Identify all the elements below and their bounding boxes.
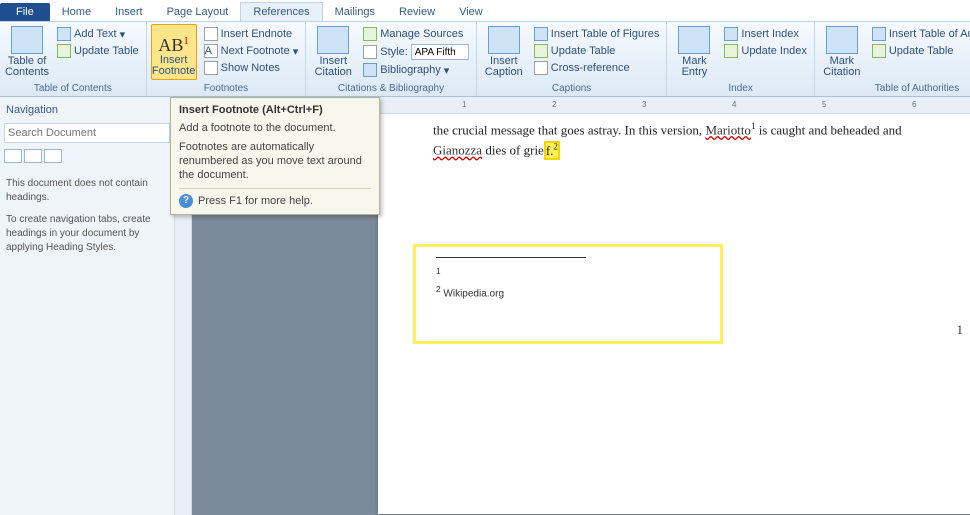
mark-entry-icon xyxy=(678,26,710,54)
footnote-separator xyxy=(436,257,586,258)
mark-citation-icon xyxy=(826,26,858,54)
tab-insert[interactable]: Insert xyxy=(103,3,155,21)
nav-tab-headings[interactable] xyxy=(4,149,22,163)
style-icon xyxy=(363,45,377,59)
proper-name: Mariotto xyxy=(705,122,751,137)
group-toc: Table ofContents Add Text ▾ Update Table… xyxy=(0,22,147,96)
bibliography-button[interactable]: Bibliography ▾ xyxy=(360,62,472,78)
ribbon: Table ofContents Add Text ▾ Update Table… xyxy=(0,22,970,97)
insert-citation-button[interactable]: InsertCitation xyxy=(310,24,356,80)
toa-icon xyxy=(872,27,886,41)
manage-sources-button[interactable]: Manage Sources xyxy=(360,26,472,42)
tab-home[interactable]: Home xyxy=(50,3,103,21)
group-footnotes: AB1 InsertFootnote Insert Endnote ANext … xyxy=(147,22,307,96)
caption-icon xyxy=(488,26,520,54)
sources-icon xyxy=(363,27,377,41)
group-label: Captions xyxy=(481,82,663,94)
bib-icon xyxy=(363,63,377,77)
tooltip-desc2: Footnotes are automatically renumbered a… xyxy=(179,140,371,182)
table-of-figures-button[interactable]: Insert Table of Figures xyxy=(531,26,663,42)
style-select[interactable]: Style: xyxy=(360,43,472,61)
update-icon xyxy=(724,44,738,58)
tab-view[interactable]: View xyxy=(447,3,495,21)
next-footnote-icon: A xyxy=(204,44,218,58)
ribbon-tabs: File Home Insert Page Layout References … xyxy=(0,0,970,22)
tab-review[interactable]: Review xyxy=(387,3,447,21)
nav-tab-pages[interactable] xyxy=(24,149,42,163)
group-label: Table of Authorities xyxy=(819,82,970,94)
group-toa: MarkCitation Insert Table of Authorities… xyxy=(815,22,970,96)
footnote-entry[interactable]: 2 Wikipedia.org xyxy=(436,284,700,299)
footnote-area[interactable]: 1 2 Wikipedia.org xyxy=(413,244,723,344)
tooltip-help: ? Press F1 for more help. xyxy=(179,188,371,208)
search-input[interactable] xyxy=(4,123,170,143)
navigation-pane: Navigation This document does not contai… xyxy=(0,97,175,515)
insert-endnote-button[interactable]: Insert Endnote xyxy=(201,26,302,42)
style-dropdown[interactable] xyxy=(411,44,469,60)
tab-file[interactable]: File xyxy=(0,3,50,21)
group-label: Footnotes xyxy=(151,82,302,94)
body-text[interactable]: the crucial message that goes astray. In… xyxy=(433,118,958,159)
tooltip-insert-footnote: Insert Footnote (Alt+Ctrl+F) Add a footn… xyxy=(170,97,380,215)
footnote-ref[interactable]: 2 xyxy=(553,141,558,151)
update-icon xyxy=(534,44,548,58)
highlighted-text: f.2 xyxy=(544,141,560,160)
insert-caption-button[interactable]: InsertCaption xyxy=(481,24,527,80)
help-icon: ? xyxy=(179,194,193,208)
add-text-button[interactable]: Add Text ▾ xyxy=(54,26,142,42)
tab-references[interactable]: References xyxy=(240,2,322,21)
tab-mailings[interactable]: Mailings xyxy=(323,3,387,21)
update-toa-button[interactable]: Update Table xyxy=(869,43,970,59)
add-text-icon xyxy=(57,27,71,41)
footnote-entry[interactable]: 1 xyxy=(436,266,700,281)
update-index-button[interactable]: Update Index xyxy=(721,43,809,59)
insert-toa-button[interactable]: Insert Table of Authorities xyxy=(869,26,970,42)
group-captions: InsertCaption Insert Table of Figures Up… xyxy=(477,22,668,96)
group-citations: InsertCitation Manage Sources Style: Bib… xyxy=(306,22,477,96)
xref-icon xyxy=(534,61,548,75)
citation-icon xyxy=(317,26,349,54)
mark-entry-button[interactable]: MarkEntry xyxy=(671,24,717,80)
insert-footnote-button[interactable]: AB1 InsertFootnote xyxy=(151,24,197,80)
show-notes-icon xyxy=(204,61,218,75)
toc-button[interactable]: Table ofContents xyxy=(4,24,50,80)
update-icon xyxy=(872,44,886,58)
update-toc-button[interactable]: Update Table xyxy=(54,43,142,59)
nav-title: Navigation xyxy=(4,101,170,119)
nav-msg: This document does not contain headings. xyxy=(4,173,170,209)
nav-msg: To create navigation tabs, create headin… xyxy=(4,209,170,259)
next-footnote-button[interactable]: ANext Footnote ▾ xyxy=(201,43,302,59)
group-label: Citations & Bibliography xyxy=(310,82,472,94)
update-icon xyxy=(57,44,71,58)
footnote-ab-icon: AB1 xyxy=(158,27,189,55)
endnote-icon xyxy=(204,27,218,41)
update-caption-button[interactable]: Update Table xyxy=(531,43,663,59)
group-label: Table of Contents xyxy=(4,82,142,94)
toc-icon xyxy=(11,26,43,54)
show-notes-button[interactable]: Show Notes xyxy=(201,60,302,76)
cross-reference-button[interactable]: Cross-reference xyxy=(531,60,663,76)
nav-view-tabs xyxy=(4,147,170,165)
tof-icon xyxy=(534,27,548,41)
insert-index-button[interactable]: Insert Index xyxy=(721,26,809,42)
page-number: 1 xyxy=(957,322,964,338)
group-label: Index xyxy=(671,82,809,94)
tooltip-title: Insert Footnote (Alt+Ctrl+F) xyxy=(179,104,323,116)
mark-citation-button[interactable]: MarkCitation xyxy=(819,24,865,80)
page[interactable]: the crucial message that goes astray. In… xyxy=(378,114,970,514)
group-index: MarkEntry Insert Index Update Index Inde… xyxy=(667,22,814,96)
tooltip-desc: Add a footnote to the document. xyxy=(179,121,371,135)
index-icon xyxy=(724,27,738,41)
tab-page-layout[interactable]: Page Layout xyxy=(155,3,241,21)
nav-tab-results[interactable] xyxy=(44,149,62,163)
proper-name: Gianozza xyxy=(433,143,482,158)
